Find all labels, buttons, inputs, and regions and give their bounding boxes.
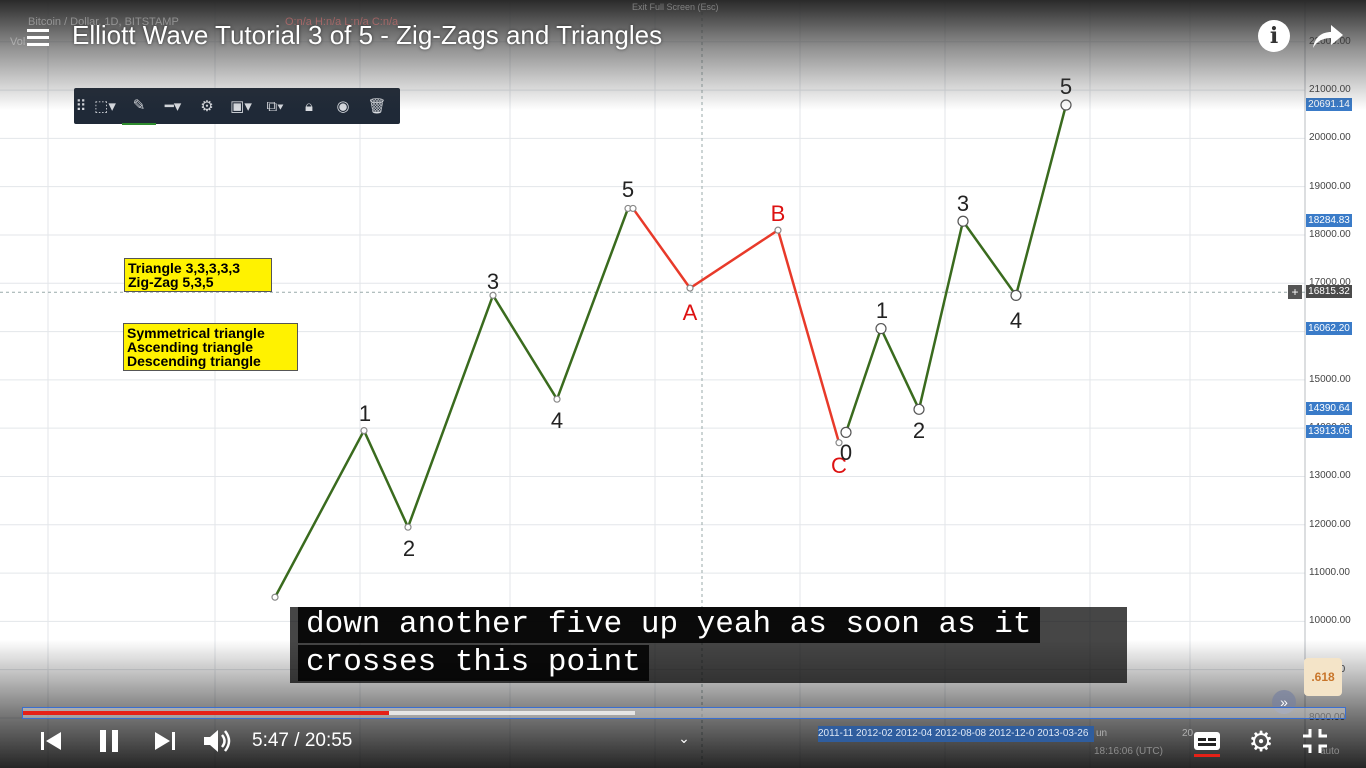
wave-label: 2 [402,536,416,561]
previous-icon[interactable] [36,726,66,756]
triangle-zigzag-note: Triangle 3,3,3,3,3 Zig-Zag 5,3,5 [124,258,272,292]
wave-label: 1 [875,298,889,323]
note-line: Descending triangle [127,353,261,369]
wave-point [875,322,887,335]
wave-point [1010,289,1022,301]
caption-window: down another five up yeah as soon as it … [290,607,1127,683]
note-line: Ascending triangle [127,339,254,355]
wave-point [913,403,925,415]
crosshair-plus-button[interactable]: + [1288,285,1302,299]
caption-line: down another five up yeah as soon as it [298,607,1040,643]
price-badge: 16062.20 [1306,321,1352,335]
note-line: Triangle 3,3,3,3,3 [128,260,241,276]
next-icon[interactable] [150,726,180,756]
next-glyph [155,732,175,750]
exit-fullscreen-glyph [1303,729,1327,753]
date-axis-month: un [1096,728,1108,739]
price-badge: 16815.32 [1306,285,1352,299]
wave-point [629,204,637,213]
price-badge: 13913.05 [1306,425,1352,439]
triangle-types-note: Symmetrical triangle Ascending triangle … [123,323,298,371]
wave-label: A [682,300,698,325]
note-line: Zig-Zag 5,3,5 [128,274,214,290]
subtitles-glyph [1194,732,1220,757]
price-axis-tick: 20000.00 [1309,132,1351,144]
wave-label: 4 [1009,308,1023,333]
wave-label: B [770,201,786,226]
wave-label: 2 [912,418,926,443]
fib-badge[interactable]: .618 [1304,658,1342,696]
seek-bar[interactable] [22,707,1346,719]
wave-label: 1 [358,401,372,426]
price-axis-tick: 18000.00 [1309,228,1351,240]
price-axis-tick: 10000.00 [1309,615,1351,627]
settings-icon[interactable]: ⚙ [1244,724,1278,758]
wave-point [271,593,279,601]
subtitles-icon[interactable] [1190,726,1224,760]
pause-glyph [100,730,118,752]
price-axis-tick: 11000.00 [1309,567,1350,579]
video-player[interactable]: 22000.0021000.0020000.0019000.0018000.00… [0,0,1366,768]
volume-icon[interactable] [200,724,236,758]
price-axis-tick: 19000.00 [1309,180,1351,192]
info-icon[interactable]: i [1258,20,1290,52]
time-display: 5:47 / 20:55 [252,730,353,751]
video-title[interactable]: Elliott Wave Tutorial 3 of 5 - Zig-Zags … [72,20,662,51]
wave-point [404,523,412,531]
caption-line: crosses this point [298,645,649,681]
price-axis-tick: 13000.00 [1309,470,1351,482]
top-gradient [0,0,1366,110]
wave-label: 3 [486,269,500,294]
chevron-down-icon[interactable]: ⌄ [672,728,696,748]
previous-glyph [41,732,61,750]
wave-point [553,395,561,403]
share-arrow-glyph [1313,25,1343,48]
exit-fullscreen-icon[interactable] [1298,724,1332,758]
exit-fullscreen-hint: Exit Full Screen (Esc) [632,2,719,12]
played-bar [23,711,390,715]
wave-point [686,284,694,292]
wave-point [957,215,969,227]
note-line: Symmetrical triangle [127,325,265,341]
date-axis-labels: 2011-11 2012-02 2012-04 2012-08-08 2012-… [818,726,1094,742]
wave-point [840,426,852,438]
volume-glyph [204,730,231,752]
wave-point [774,226,782,234]
menu-icon[interactable] [26,24,52,50]
date-axis-clock: 18:16:06 (UTC) [1094,746,1163,757]
wave-label: 3 [956,191,970,216]
share-icon[interactable] [1310,20,1346,52]
wave-point [360,426,368,435]
pause-icon[interactable] [92,724,126,758]
price-badge: 14390.64 [1306,402,1352,416]
price-axis-tick: 12000.00 [1309,518,1351,530]
wave-label: 0 [839,440,853,465]
chart-vol: Vol [10,36,26,48]
price-axis-tick: 15000.00 [1309,373,1351,385]
menu-icon-glyph [27,29,49,46]
price-badge: 18284.83 [1306,214,1352,228]
wave-label: 4 [550,408,564,433]
wave-label: 5 [621,177,635,202]
